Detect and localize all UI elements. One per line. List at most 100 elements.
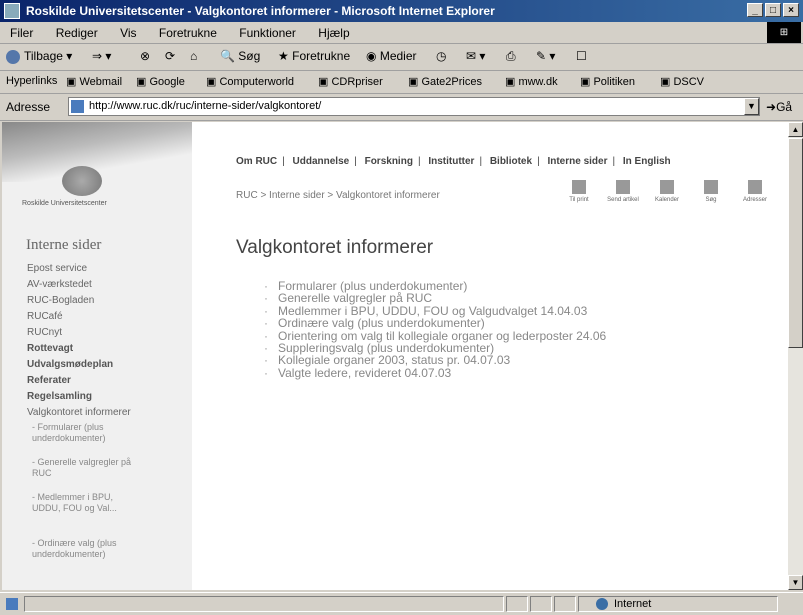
sidebar-item[interactable]: Regelsamling <box>27 391 92 402</box>
sidebar-item[interactable]: RUC-Bogladen <box>27 295 94 306</box>
sidebar-item[interactable]: Epost service <box>27 263 87 274</box>
back-button[interactable]: Tilbage ▾ <box>6 49 72 64</box>
toolbar: Tilbage ▾ ⇒ ▾ ⊗ ⟳ ⌂ 🔍 Søg ★ Foretrukne ◉… <box>0 44 803 71</box>
links-label: Hyperlinks <box>6 75 58 87</box>
go-button[interactable]: ➜Gå <box>766 100 792 114</box>
document-icon <box>616 180 630 194</box>
menu-file[interactable]: Filer <box>10 26 33 40</box>
status-cell <box>506 596 528 612</box>
address-dropdown[interactable]: ▼ <box>744 98 759 115</box>
star-icon: ★ <box>278 49 289 63</box>
printer-icon <box>572 180 586 194</box>
page-tools: Til print Send artikel Kalender Søg Adre… <box>557 180 777 203</box>
link-dscv[interactable]: ▣ DSCV <box>660 75 704 88</box>
nav-link[interactable]: Institutter <box>428 156 474 167</box>
address-bar: Adresse http://www.ruc.dk/ruc/interne-si… <box>0 94 803 121</box>
sidebar-subitem[interactable]: - Ordinære valg (plus underdokumenter) <box>32 538 142 560</box>
vertical-scrollbar[interactable]: ▲ ▼ <box>788 122 803 590</box>
sidebar-item[interactable]: RUCnyt <box>27 327 62 338</box>
address-book-icon <box>748 180 762 194</box>
link-mww[interactable]: ▣ mww.dk <box>505 75 558 88</box>
nav-link[interactable]: Om RUC <box>236 156 277 167</box>
calendar-tool[interactable]: Kalender <box>645 180 689 203</box>
link-google[interactable]: ▣ Google <box>136 75 185 88</box>
sidebar: Roskilde Universitetscenter Interne side… <box>2 122 192 590</box>
scroll-up-arrow[interactable]: ▲ <box>788 122 803 137</box>
links-bar: Hyperlinks ▣ Webmail ▣ Google ▣ Computer… <box>0 71 803 94</box>
search-tool[interactable]: Søg <box>689 180 733 203</box>
forward-button[interactable]: ⇒ ▾ <box>92 49 111 63</box>
mail-button[interactable]: ✉ ▾ <box>466 49 485 63</box>
page-status-icon <box>6 598 18 610</box>
ie-icon <box>4 3 20 19</box>
maximize-button[interactable]: □ <box>765 3 781 17</box>
magnifier-icon <box>704 180 718 194</box>
window-title: Roskilde Universitetscenter - Valgkontor… <box>26 4 495 18</box>
sidebar-subitem[interactable]: - Medlemmer i BPU, UDDU, FOU og Val... <box>32 492 142 514</box>
menu-edit[interactable]: Rediger <box>56 26 98 40</box>
menu-favorites[interactable]: Foretrukne <box>159 26 217 40</box>
close-button[interactable]: × <box>783 3 799 17</box>
menu-view[interactable]: Vis <box>120 26 136 40</box>
discuss-button[interactable]: ☐ <box>576 49 587 63</box>
link-cdrpriser[interactable]: ▣ CDRpriser <box>318 75 383 88</box>
menu-tools[interactable]: Funktioner <box>239 26 296 40</box>
menu-help[interactable]: Hjælp <box>318 26 349 40</box>
nav-link[interactable]: In English <box>623 156 671 167</box>
sidebar-item[interactable]: RUCafé <box>27 311 63 322</box>
nav-link[interactable]: Uddannelse <box>293 156 350 167</box>
address-input[interactable]: http://www.ruc.dk/ruc/interne-sider/valg… <box>68 97 760 116</box>
calendar-icon <box>660 180 674 194</box>
nav-link[interactable]: Bibliotek <box>490 156 532 167</box>
send-tool[interactable]: Send artikel <box>601 180 645 203</box>
sidebar-subitem[interactable]: - Formularer (plus underdokumenter) <box>32 422 142 444</box>
list-item[interactable]: · Valgte ledere, revideret 04.07.03 <box>264 366 606 379</box>
sidebar-item[interactable]: Udvalgsmødeplan <box>27 359 113 370</box>
media-icon: ◉ <box>366 49 377 63</box>
windows-logo: ⊞ <box>767 22 801 43</box>
addresses-tool[interactable]: Adresser <box>733 180 777 203</box>
ruc-logo[interactable] <box>62 166 102 196</box>
favorites-button[interactable]: ★ Foretrukne <box>278 49 350 63</box>
document-list: · Formularer (plus underdokumenter) · Gene… <box>264 280 606 380</box>
search-icon: 🔍 <box>220 49 235 63</box>
address-label: Adresse <box>6 100 51 114</box>
minimize-button[interactable]: _ <box>747 3 763 17</box>
print-tool[interactable]: Til print <box>557 180 601 203</box>
page-content: Roskilde Universitetscenter Interne side… <box>2 122 788 590</box>
stop-button[interactable]: ⊗ <box>140 49 150 63</box>
sidebar-item[interactable]: AV-værkstedet <box>27 279 92 290</box>
sidebar-subitem[interactable]: - Generelle valgregler på RUC <box>32 457 142 479</box>
sidebar-item[interactable]: Referater <box>27 375 71 386</box>
print-button[interactable]: ⎙ <box>506 49 516 64</box>
status-text-cell <box>24 596 504 612</box>
link-webmail[interactable]: ▣ Webmail <box>66 75 122 88</box>
breadcrumb: RUC > Interne sider > Valgkontoret infor… <box>236 190 440 201</box>
status-bar: Internet <box>0 592 803 615</box>
status-cell <box>554 596 576 612</box>
logo-text: Roskilde Universitetscenter <box>22 200 107 207</box>
home-button[interactable]: ⌂ <box>190 49 197 63</box>
sidebar-item[interactable]: Rottevagt <box>27 343 73 354</box>
scroll-down-arrow[interactable]: ▼ <box>788 575 803 590</box>
sidebar-item-active[interactable]: Valgkontoret informerer <box>27 407 131 418</box>
top-navigation: Om RUC | Uddannelse | Forskning | Institutt… <box>236 156 671 167</box>
history-button[interactable]: ◷ <box>436 49 446 63</box>
refresh-button[interactable]: ⟳ <box>165 49 175 63</box>
nav-link[interactable]: Interne sider <box>547 156 607 167</box>
nav-link[interactable]: Forskning <box>365 156 413 167</box>
edit-button[interactable]: ✎ ▾ <box>536 49 555 63</box>
sidebar-heading: Interne sider <box>26 237 102 253</box>
search-button[interactable]: 🔍 Søg <box>220 49 260 63</box>
page-icon <box>71 100 84 113</box>
browser-window: Roskilde Universitetscenter - Valgkontor… <box>0 0 803 614</box>
scroll-thumb[interactable] <box>788 138 803 348</box>
link-computerworld[interactable]: ▣ Computerworld <box>206 75 294 88</box>
link-gate2prices[interactable]: ▣ Gate2Prices <box>408 75 482 88</box>
link-politiken[interactable]: ▣ Politiken <box>580 75 635 88</box>
status-cell <box>530 596 552 612</box>
page-title: Valgkontoret informerer <box>236 237 434 258</box>
back-arrow-icon <box>6 49 20 64</box>
menu-bar: Filer Rediger Vis Foretrukne Funktioner … <box>0 23 803 44</box>
media-button[interactable]: ◉ Medier <box>366 49 417 63</box>
